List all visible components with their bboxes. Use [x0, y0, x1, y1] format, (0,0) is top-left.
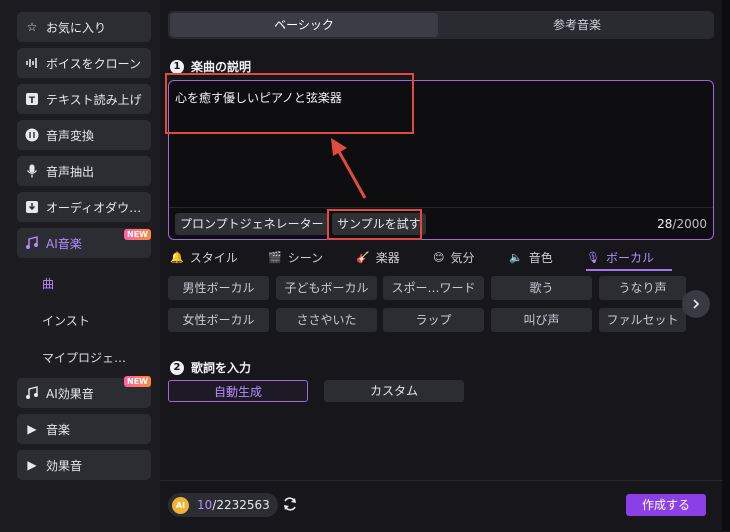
sidebar-item-label: 音声抽出: [46, 164, 95, 179]
next-arrow-button[interactable]: [682, 290, 710, 318]
section-description-title: 1 楽曲の説明: [170, 58, 251, 75]
annotation-arrow: [331, 138, 367, 199]
sidebar-item-voice-extract[interactable]: 音声抽出: [17, 156, 151, 186]
bell-icon: 🔔: [170, 251, 184, 264]
step-number: 1: [170, 59, 184, 74]
sidebar-item-voice-clone[interactable]: ボイスをクローン: [17, 48, 151, 78]
chip-whisper[interactable]: ささやいた: [276, 308, 377, 332]
category-label: 気分: [450, 251, 475, 265]
tab-basic[interactable]: ベーシック: [170, 13, 438, 37]
download-icon: [24, 199, 40, 215]
star-icon: ☆: [26, 20, 38, 34]
tab-reference-music[interactable]: 参考音楽: [442, 13, 712, 37]
step-number: 2: [170, 360, 184, 375]
chip-male-vocal[interactable]: 男性ボーカル: [168, 276, 269, 300]
smile-icon: 😊: [433, 251, 445, 264]
sidebar-item-label: AI効果音: [46, 386, 94, 401]
window-edge: [722, 0, 730, 531]
divider: [169, 207, 713, 208]
sidebar-item-label: ボイスをクローン: [46, 56, 142, 71]
section-title-text: 楽曲の説明: [191, 60, 252, 74]
main-panel: ベーシック 参考音楽 1 楽曲の説明 心を癒す優しいピアノと弦楽器 プロンプトジ…: [160, 0, 722, 532]
sidebar-item-label: お気に入り: [46, 20, 107, 35]
sidebar-subitem-song[interactable]: 曲: [42, 275, 54, 292]
tab-tone[interactable]: 🔈 音色: [509, 248, 553, 268]
ai-coin-icon: AI: [172, 496, 189, 514]
active-tab-underline: [586, 269, 672, 271]
category-tabs: 🔔 スタイル 🎬 シーン 🎸 楽器 😊 気分 🔈 音色 🎙 ボーカル: [168, 248, 714, 271]
chip-sing[interactable]: 歌う: [491, 276, 592, 300]
char-count-max: /2000: [672, 217, 707, 231]
sidebar-subitem-instrumental[interactable]: インスト: [42, 312, 90, 329]
custom-button[interactable]: カスタム: [324, 380, 464, 402]
tab-vocal[interactable]: 🎙 ボーカル: [586, 248, 654, 268]
chip-rap[interactable]: ラップ: [383, 308, 484, 332]
auto-generate-button[interactable]: 自動生成: [168, 380, 308, 402]
category-label: シーン: [287, 251, 324, 265]
section-title-text: 歌詞を入力: [191, 361, 252, 375]
svg-text:T: T: [29, 96, 36, 106]
description-value: 心を癒す優しいピアノと弦楽器: [175, 91, 342, 105]
new-badge: NEW: [124, 376, 151, 387]
credits-display: AI 10/2232563: [168, 493, 278, 517]
sidebar-item-label: 効果音: [46, 458, 83, 473]
chevron-right-icon: [693, 299, 700, 309]
prompt-generator-button[interactable]: プロンプトジェネレーター: [175, 213, 329, 235]
app-window: ☆ お気に入り ボイスをクローン T テキスト読み上げ 音声変換 音声抽出 オー…: [0, 0, 730, 532]
sidebar-item-favorites[interactable]: ☆ お気に入り: [17, 12, 151, 42]
speaker-icon: 🔈: [509, 251, 523, 264]
new-badge: NEW: [124, 229, 151, 240]
try-sample-button[interactable]: サンプルを試す: [332, 213, 426, 235]
tts-icon: T: [24, 91, 40, 107]
sidebar-item-label: テキスト読み上げ: [46, 92, 142, 107]
music-note-icon: [24, 235, 40, 251]
tab-style[interactable]: 🔔 スタイル: [170, 248, 238, 268]
section-lyrics-title: 2 歌詞を入力: [170, 359, 251, 376]
clapper-icon: 🎬: [268, 251, 282, 264]
mode-tabs: ベーシック 参考音楽: [168, 11, 714, 39]
char-counter: 28/2000: [657, 217, 707, 231]
chip-scream[interactable]: 叫び声: [491, 308, 592, 332]
vocal-icon: 🎙: [586, 251, 600, 264]
microphone-icon: [24, 163, 40, 179]
sidebar-item-audio-download[interactable]: オーディオダウ…: [17, 192, 151, 222]
caret-right-icon: ▶: [27, 422, 37, 436]
create-button[interactable]: 作成する: [626, 494, 706, 516]
sidebar-item-label: 音楽: [46, 422, 71, 437]
sidebar-item-tts[interactable]: T テキスト読み上げ: [17, 84, 151, 114]
sidebar: ☆ お気に入り ボイスをクローン T テキスト読み上げ 音声変換 音声抽出 オー…: [0, 0, 161, 531]
category-label: スタイル: [189, 251, 238, 265]
guitar-icon: 🎸: [356, 251, 370, 264]
waveform-icon: [24, 55, 40, 71]
credits-used: 10: [197, 498, 213, 512]
category-label: 音色: [528, 251, 553, 265]
tab-mood[interactable]: 😊 気分: [433, 248, 474, 268]
caret-right-icon: ▶: [27, 458, 37, 472]
tab-instrument[interactable]: 🎸 楽器: [356, 248, 400, 268]
description-textarea[interactable]: 心を癒す優しいピアノと弦楽器 プロンプトジェネレーター サンプルを試す 28/2…: [168, 80, 714, 240]
sidebar-item-voice-changer[interactable]: 音声変換: [17, 120, 151, 150]
sidebar-item-label: オーディオダウ…: [46, 200, 142, 215]
sidebar-subitem-my-projects[interactable]: マイプロジェ…: [42, 349, 126, 366]
credits-total: /2232563: [212, 498, 270, 512]
sidebar-item-label: AI音楽: [46, 236, 82, 251]
refresh-icon[interactable]: [280, 494, 300, 514]
char-count-current: 28: [657, 217, 673, 231]
chip-female-vocal[interactable]: 女性ボーカル: [168, 308, 269, 332]
tab-scene[interactable]: 🎬 シーン: [268, 248, 323, 268]
category-label: 楽器: [375, 251, 400, 265]
bottom-bar: AI 10/2232563 作成する: [160, 480, 722, 532]
sidebar-item-label: 音声変換: [46, 128, 95, 143]
sound-effect-icon: [24, 385, 40, 401]
sidebar-item-sound-effects[interactable]: ▶ 効果音: [17, 450, 151, 480]
voice-change-icon: [24, 127, 40, 143]
chip-spoken-word[interactable]: スポー…ワード: [383, 276, 484, 300]
chip-child-vocal[interactable]: 子どもボーカル: [276, 276, 377, 300]
sidebar-item-music[interactable]: ▶ 音楽: [17, 414, 151, 444]
category-label: ボーカル: [605, 251, 654, 265]
chip-falsetto[interactable]: ファルセット: [599, 308, 686, 332]
chip-growl[interactable]: うなり声: [599, 276, 686, 300]
